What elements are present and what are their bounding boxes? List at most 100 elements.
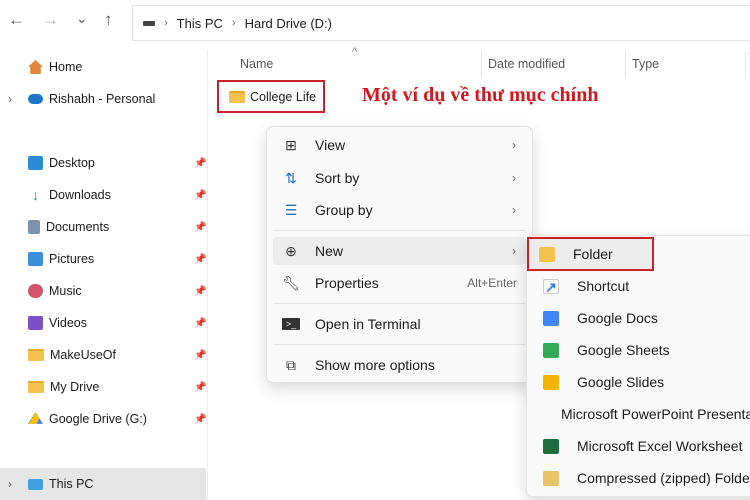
menu-item-view[interactable]: ⊞ View › <box>273 130 526 160</box>
documents-icon <box>28 220 40 234</box>
column-header-type[interactable]: Type <box>632 57 659 71</box>
sidebar-item-my-drive[interactable]: My Drive 📌 <box>0 372 206 402</box>
chevron-right-icon: › <box>512 138 516 152</box>
terminal-icon: >_ <box>282 318 300 330</box>
menu-item-open-in-terminal[interactable]: >_ Open in Terminal <box>273 309 526 339</box>
music-icon <box>28 284 43 298</box>
submenu-item-label: Compressed (zipped) Folder <box>577 470 750 486</box>
submenu-item-label: Google Docs <box>577 310 658 326</box>
file-name: College Life <box>250 89 317 104</box>
chevron-right-icon: › <box>512 244 516 258</box>
sidebar-item-label: Home <box>49 60 83 74</box>
submenu-item-google-docs[interactable]: Google Docs <box>533 303 750 333</box>
sidebar-item-onedrive[interactable]: › Rishabh - Personal <box>0 84 206 114</box>
annotation-caption: Một ví dụ về thư mục chính <box>362 84 599 106</box>
sidebar-item-music[interactable]: Music 📌 <box>0 276 206 306</box>
submenu-item-label: Google Slides <box>577 374 665 390</box>
menu-item-group-by[interactable]: ☰ Group by › <box>273 195 526 225</box>
new-submenu: Folder ↗ Shortcut Google Docs Google Shee… <box>526 235 750 497</box>
sidebar-item-this-pc[interactable]: › This PC <box>0 468 206 500</box>
folder-icon <box>28 381 44 393</box>
sidebar-item-makeuseof[interactable]: MakeUseOf 📌 <box>0 340 206 370</box>
sort-ascending-icon: ^ <box>352 46 358 58</box>
menu-item-label: New <box>315 243 344 259</box>
up-button[interactable]: ↑ <box>104 10 113 30</box>
sidebar-item-label: Pictures <box>49 252 95 266</box>
submenu-item-folder[interactable]: Folder <box>527 237 654 271</box>
sidebar-item-desktop[interactable]: Desktop 📌 <box>0 148 206 178</box>
pin-icon[interactable]: 📌 <box>194 414 206 425</box>
menu-separator <box>273 303 526 304</box>
submenu-item-label: Folder <box>573 246 613 262</box>
sidebar-item-label: Downloads <box>49 188 111 202</box>
menu-item-new[interactable]: ⊕ New › <box>273 237 526 265</box>
sidebar-item-label: Music <box>49 284 82 298</box>
expand-chevron-icon[interactable]: › <box>8 92 12 106</box>
pin-icon[interactable]: 📌 <box>194 190 206 201</box>
sidebar-item-label: Rishabh - Personal <box>49 92 156 106</box>
sidebar-item-label: Google Drive (G:) <box>49 412 147 426</box>
shortcut-icon: ↗ <box>543 278 559 294</box>
pin-icon[interactable]: 📌 <box>194 158 206 169</box>
google-docs-icon <box>543 310 559 326</box>
sidebar-item-downloads[interactable]: ↓ Downloads 📌 <box>0 180 206 210</box>
pin-icon[interactable]: 📌 <box>194 318 206 329</box>
menu-item-label: Sort by <box>315 170 360 186</box>
sidebar-item-google-drive[interactable]: Google Drive (G:) 📌 <box>0 404 206 434</box>
chevron-right-icon: › <box>512 171 516 185</box>
address-bar[interactable]: › This PC › Hard Drive (D:) <box>132 5 750 41</box>
shortcut-label: Alt+Enter <box>467 276 517 290</box>
submenu-item-powerpoint[interactable]: Microsoft PowerPoint Presentation <box>533 399 750 429</box>
recent-locations-button[interactable]: ⌄ <box>76 10 88 27</box>
pin-icon[interactable]: 📌 <box>194 350 206 361</box>
submenu-item-zip[interactable]: Compressed (zipped) Folder <box>533 463 750 493</box>
pin-icon[interactable]: 📌 <box>194 254 206 265</box>
folder-icon <box>28 349 44 361</box>
excel-icon <box>543 438 559 454</box>
google-drive-icon <box>28 412 43 424</box>
zip-folder-icon <box>543 470 559 486</box>
drive-icon <box>143 20 155 26</box>
sidebar-item-videos[interactable]: Videos 📌 <box>0 308 206 338</box>
sidebar-item-documents[interactable]: Documents 📌 <box>0 212 206 242</box>
group-icon: ☰ <box>284 201 298 218</box>
submenu-item-label: Microsoft PowerPoint Presentation <box>561 406 750 422</box>
pin-icon[interactable]: 📌 <box>194 286 206 297</box>
pictures-icon <box>28 252 43 266</box>
menu-item-sort-by[interactable]: ⇅ Sort by › <box>273 163 526 193</box>
column-header-date[interactable]: Date modified <box>488 57 565 71</box>
pin-icon[interactable]: 📌 <box>194 222 206 233</box>
back-button[interactable]: ← <box>8 10 25 30</box>
sidebar-item-label: Desktop <box>49 156 95 170</box>
column-divider[interactable] <box>745 52 746 78</box>
breadcrumb-this-pc[interactable]: This PC <box>177 16 223 31</box>
menu-item-show-more-options[interactable]: ⧉ Show more options <box>273 350 526 380</box>
sidebar-item-home[interactable]: Home <box>0 52 206 82</box>
column-divider[interactable] <box>481 52 482 78</box>
wrench-icon: 🔧︎ <box>282 274 300 291</box>
breadcrumb-hard-drive[interactable]: Hard Drive (D:) <box>245 16 332 31</box>
sidebar-item-pictures[interactable]: Pictures 📌 <box>0 244 206 274</box>
submenu-item-excel[interactable]: Microsoft Excel Worksheet <box>533 431 750 461</box>
submenu-item-google-sheets[interactable]: Google Sheets <box>533 335 750 365</box>
forward-button[interactable]: → <box>42 10 59 30</box>
submenu-item-google-slides[interactable]: Google Slides <box>533 367 750 397</box>
menu-item-properties[interactable]: 🔧︎ Properties Alt+Enter <box>273 268 526 298</box>
sidebar-item-label: My Drive <box>50 380 100 394</box>
menu-item-label: Show more options <box>315 357 435 373</box>
sidebar-item-label: Videos <box>49 316 87 330</box>
menu-item-label: Open in Terminal <box>315 316 421 332</box>
column-header-name[interactable]: Name <box>240 57 273 71</box>
file-item-college-life[interactable]: College Life <box>217 80 325 113</box>
more-options-icon: ⧉ <box>286 356 296 373</box>
navigation-pane: Home › Rishabh - Personal Desktop 📌 ↓ Downl… <box>0 50 208 500</box>
sidebar-item-label: Documents <box>46 220 110 234</box>
google-slides-icon <box>543 374 559 390</box>
pin-icon[interactable]: 📌 <box>194 382 206 393</box>
pc-icon <box>28 478 43 490</box>
google-sheets-icon <box>543 342 559 358</box>
submenu-item-shortcut[interactable]: ↗ Shortcut <box>533 271 750 301</box>
column-divider[interactable] <box>625 52 626 78</box>
submenu-item-label: Google Sheets <box>577 342 670 358</box>
expand-chevron-icon[interactable]: › <box>8 477 12 491</box>
